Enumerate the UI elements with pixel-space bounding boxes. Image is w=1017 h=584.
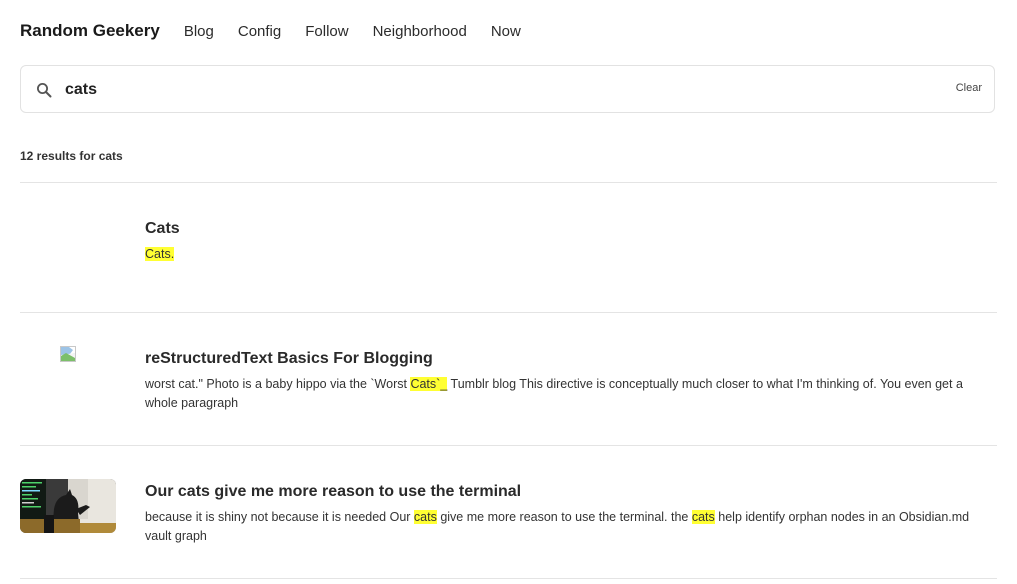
result-title-link[interactable]: reStructuredText Basics For Blogging xyxy=(145,350,433,368)
nav-link-neighborhood[interactable]: Neighborhood xyxy=(373,23,467,40)
search-result: reStructuredText Basics For Blogging wor… xyxy=(20,313,997,445)
page: Random Geekery Blog Config Follow Neighb… xyxy=(0,0,1017,584)
clear-button[interactable]: Clear xyxy=(956,82,982,94)
excerpt-text: because it is shiny not because it is ne… xyxy=(145,510,414,524)
result-excerpt: worst cat." Photo is a baby hippo via th… xyxy=(145,375,995,413)
search-box: Clear xyxy=(20,65,995,113)
result-excerpt: Cats. xyxy=(145,245,995,264)
top-nav: Random Geekery Blog Config Follow Neighb… xyxy=(20,21,545,43)
search-highlight: Cats`_ xyxy=(410,377,448,391)
result-thumbnail[interactable] xyxy=(20,479,116,533)
search-result: Cats Cats. xyxy=(20,183,997,312)
nav-link-follow[interactable]: Follow xyxy=(305,23,348,40)
result-count: 12 results for cats xyxy=(20,149,123,163)
search-input[interactable] xyxy=(65,76,925,104)
nav-link-config[interactable]: Config xyxy=(238,23,281,40)
divider xyxy=(20,578,997,579)
broken-image-icon[interactable] xyxy=(60,346,76,362)
search-result: Our cats give me more reason to use the … xyxy=(20,446,997,578)
excerpt-text: worst cat." Photo is a baby hippo via th… xyxy=(145,377,411,391)
search-highlight: cats xyxy=(413,510,437,524)
search-icon xyxy=(36,82,52,98)
result-title-link[interactable]: Cats xyxy=(145,220,180,238)
site-brand-link[interactable]: Random Geekery xyxy=(20,21,160,41)
search-highlight: cats xyxy=(691,510,715,524)
result-excerpt: because it is shiny not because it is ne… xyxy=(145,508,995,546)
nav-link-now[interactable]: Now xyxy=(491,23,521,40)
excerpt-text: give me more reason to use the terminal.… xyxy=(436,510,692,524)
search-highlight: Cats. xyxy=(145,247,175,261)
result-title-link[interactable]: Our cats give me more reason to use the … xyxy=(145,483,521,501)
nav-link-blog[interactable]: Blog xyxy=(184,23,214,40)
